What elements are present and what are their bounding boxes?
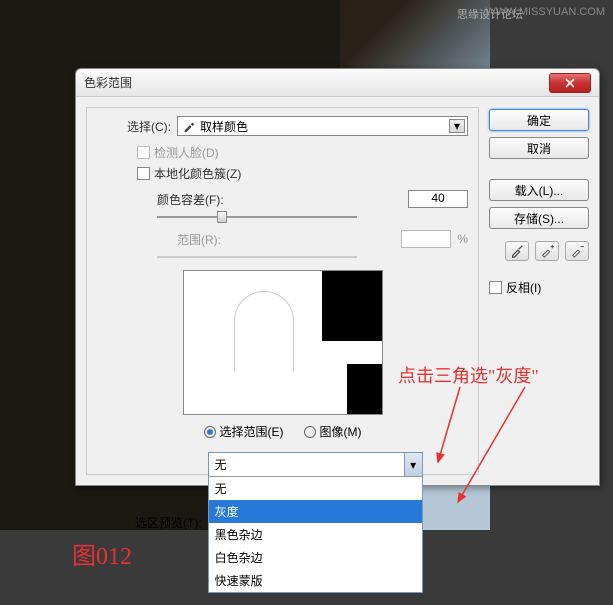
fuzziness-input[interactable]: 40 <box>408 190 468 208</box>
load-button[interactable]: 载入(L)... <box>489 179 589 201</box>
annotation-text: 点击三角选"灰度" <box>398 362 539 388</box>
eyedropper-icon <box>510 244 524 258</box>
figure-label: 图012 <box>72 536 132 571</box>
titlebar[interactable]: 色彩范围 <box>76 69 599 97</box>
dropdown-item-black-matte[interactable]: 黑色杂边 <box>209 523 422 546</box>
dropdown-selected[interactable]: 无 ▾ <box>209 453 422 476</box>
selection-radio-label: 选择范围(E) <box>220 423 284 440</box>
chevron-down-icon[interactable]: ▾ <box>404 453 422 476</box>
eyedropper-plus-icon <box>540 244 554 258</box>
range-input <box>401 230 451 248</box>
invert-label: 反相(I) <box>506 279 541 296</box>
close-button[interactable] <box>549 73 591 93</box>
range-unit: % <box>457 232 468 246</box>
range-slider <box>157 256 357 258</box>
select-value: 取样颜色 <box>200 118 248 135</box>
eyedropper-plus-tool[interactable] <box>535 241 559 261</box>
select-label: 选择(C): <box>127 118 171 135</box>
dialog-title: 色彩范围 <box>84 74 549 91</box>
left-panel: 选择(C): 取样颜色 ▾ 检测人脸(D) 本地化颜色簇(Z) 颜色容差(F):… <box>86 107 479 475</box>
localized-checkbox[interactable] <box>137 167 150 180</box>
close-icon <box>565 78 575 88</box>
preview-select-label: 选区预览(T): <box>135 514 202 531</box>
fuzziness-slider[interactable] <box>157 216 357 218</box>
dropdown-item-none[interactable]: 无 <box>209 477 422 500</box>
cancel-button[interactable]: 取消 <box>489 137 589 159</box>
dropdown-item-white-matte[interactable]: 白色杂边 <box>209 546 422 569</box>
dropdown-selected-text: 无 <box>215 458 227 472</box>
preview-dropdown[interactable]: 无 ▾ 无 灰度 黑色杂边 白色杂边 快速蒙版 <box>208 452 423 593</box>
select-dropdown[interactable]: 取样颜色 ▾ <box>177 116 468 136</box>
chevron-down-icon[interactable]: ▾ <box>449 119 465 133</box>
eyedropper-tool[interactable] <box>505 241 529 261</box>
selection-radio[interactable] <box>204 426 216 438</box>
save-button[interactable]: 存储(S)... <box>489 207 589 229</box>
eyedropper-minus-tool[interactable] <box>565 241 589 261</box>
right-panel: 确定 取消 载入(L)... 存储(S)... 反相(I) <box>489 107 589 475</box>
image-radio-label: 图像(M) <box>320 423 362 440</box>
eyedropper-minus-icon <box>570 244 584 258</box>
slider-thumb[interactable] <box>217 211 227 223</box>
color-range-dialog: 色彩范围 选择(C): 取样颜色 ▾ 检测人脸(D) 本地化颜色簇(Z) <box>75 68 600 486</box>
invert-checkbox[interactable] <box>489 281 502 294</box>
image-radio[interactable] <box>304 426 316 438</box>
ok-button[interactable]: 确定 <box>489 109 589 131</box>
eyedropper-icon <box>182 119 196 133</box>
localized-label: 本地化颜色簇(Z) <box>154 165 241 182</box>
preview-thumbnail <box>183 270 383 415</box>
dropdown-item-grayscale[interactable]: 灰度 <box>209 500 422 523</box>
detect-faces-checkbox <box>137 146 150 159</box>
dropdown-list: 无 灰度 黑色杂边 白色杂边 快速蒙版 <box>209 476 422 592</box>
fuzziness-label: 颜色容差(F): <box>157 191 224 208</box>
range-label: 范围(R): <box>177 231 221 248</box>
dropdown-item-quick-mask[interactable]: 快速蒙版 <box>209 569 422 592</box>
detect-faces-label: 检测人脸(D) <box>154 144 219 161</box>
watermark-forum: 思缘设计论坛 <box>457 6 523 22</box>
